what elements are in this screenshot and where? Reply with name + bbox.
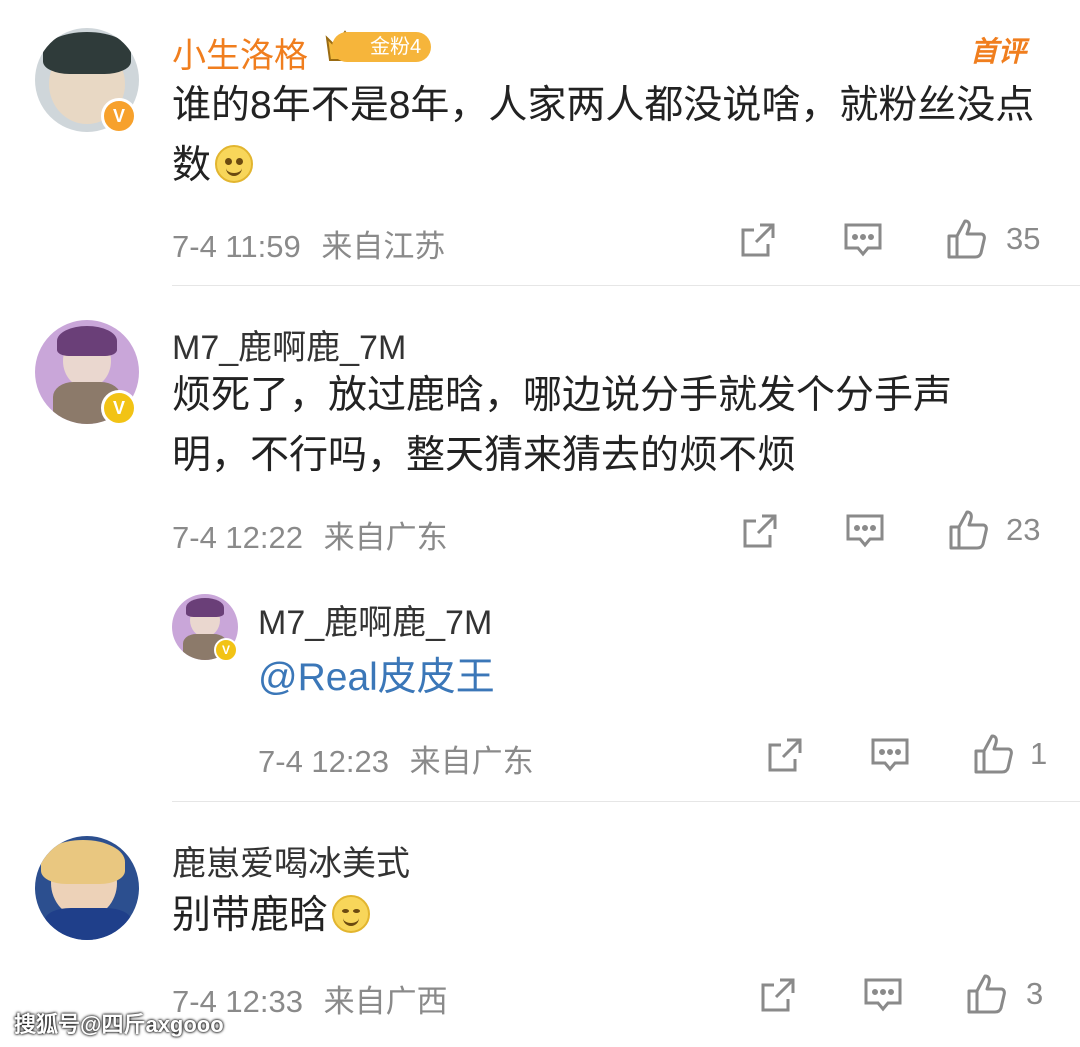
share-box-icon[interactable] xyxy=(765,735,805,780)
top-comment-tag: 首评 xyxy=(970,36,1027,67)
like-count: 35 xyxy=(1006,221,1041,256)
location: 来自江苏 xyxy=(321,229,446,264)
thumbs-up-icon[interactable] xyxy=(966,973,1008,1020)
comment-bubble-icon[interactable] xyxy=(862,975,904,1020)
comment-text: 烦死了，放过鹿晗，哪边说分手就发个分手声明，不行吗，整天猜来猜去的烦不烦 xyxy=(172,374,953,477)
fan-badge: 金粉4 xyxy=(332,32,432,62)
avatar[interactable] xyxy=(35,836,139,940)
location: 来自广西 xyxy=(323,984,448,1019)
comment-text: 别带鹿晗 xyxy=(172,886,371,946)
like-count: 1 xyxy=(1030,736,1048,771)
share-box-icon[interactable] xyxy=(738,220,778,265)
watermark: 搜狐号@四斤axgooo xyxy=(14,1012,224,1037)
thumbs-up-icon[interactable] xyxy=(946,218,988,265)
share-box-icon[interactable] xyxy=(758,975,798,1020)
location: 来自广东 xyxy=(409,744,534,779)
comment-bubble-icon[interactable] xyxy=(844,511,886,556)
username[interactable]: 小生洛格 xyxy=(172,28,308,77)
timestamp: 7-4 12:22 xyxy=(172,520,303,555)
comment-meta: 7-4 12:22 来自广东 xyxy=(172,512,448,557)
username[interactable]: M7_鹿啊鹿_7M xyxy=(258,595,492,644)
timestamp: 7-4 11:59 xyxy=(172,229,301,264)
reply-meta: 7-4 12:23 来自广东 xyxy=(258,736,534,781)
location: 来自广东 xyxy=(323,520,448,555)
timestamp: 7-4 12:23 xyxy=(258,744,389,779)
smile-emoji-icon xyxy=(332,895,371,933)
divider xyxy=(172,285,1080,286)
username[interactable]: 鹿崽爱喝冰美式 xyxy=(172,836,410,885)
mention-link[interactable]: @Real皮皮王 xyxy=(258,648,495,708)
comment-text: 谁的8年不是8年，人家两人都没说啥，就粉丝没点数 xyxy=(172,84,1035,187)
comment-bubble-icon[interactable] xyxy=(842,220,884,265)
like-count: 23 xyxy=(1006,512,1041,547)
thumbs-up-icon[interactable] xyxy=(948,509,990,556)
verified-v-icon: V xyxy=(214,638,238,662)
comment-meta: 7-4 11:59 来自江苏 xyxy=(172,221,445,266)
share-box-icon[interactable] xyxy=(740,511,780,556)
verified-v-icon: V xyxy=(101,390,137,426)
divider xyxy=(172,801,1080,802)
verified-v-icon: V xyxy=(101,98,137,134)
username[interactable]: M7_鹿啊鹿_7M xyxy=(172,320,406,369)
comment-bubble-icon[interactable] xyxy=(869,735,911,780)
like-count: 3 xyxy=(1026,976,1044,1011)
emoji-icon xyxy=(215,145,254,183)
thumbs-up-icon[interactable] xyxy=(973,733,1015,780)
